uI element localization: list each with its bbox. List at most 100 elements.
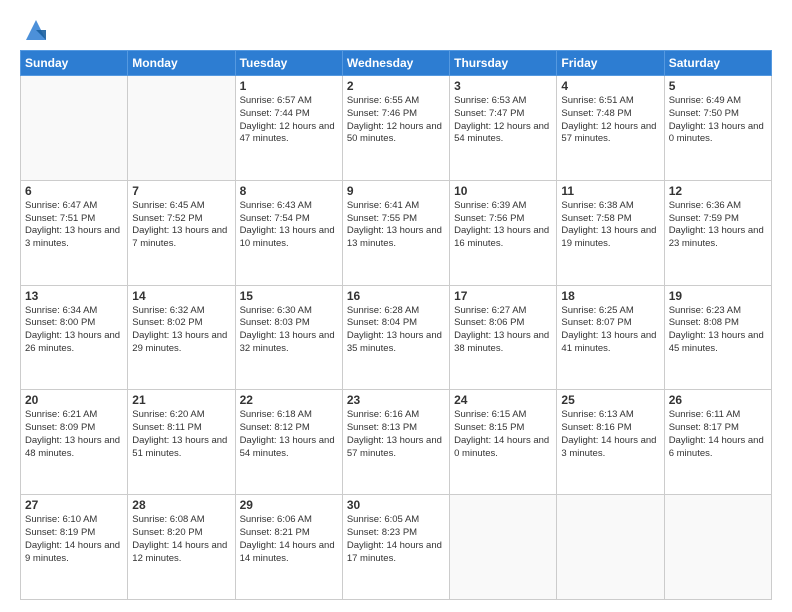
day-number: 3 [454,79,552,93]
day-number: 16 [347,289,445,303]
day-number: 24 [454,393,552,407]
calendar-cell [450,495,557,600]
calendar-cell: 10 Sunrise: 6:39 AM Sunset: 7:56 PM Dayli… [450,180,557,285]
day-number: 15 [240,289,338,303]
calendar-cell: 13 Sunrise: 6:34 AM Sunset: 8:00 PM Dayli… [21,285,128,390]
calendar-cell: 15 Sunrise: 6:30 AM Sunset: 8:03 PM Dayli… [235,285,342,390]
day-number: 1 [240,79,338,93]
weekday-header-row: SundayMondayTuesdayWednesdayThursdayFrid… [21,51,772,76]
day-info: Sunrise: 6:18 AM Sunset: 8:12 PM Dayligh… [240,409,338,460]
calendar-cell: 3 Sunrise: 6:53 AM Sunset: 7:47 PM Daylig… [450,76,557,181]
day-number: 19 [669,289,767,303]
calendar-cell: 8 Sunrise: 6:43 AM Sunset: 7:54 PM Daylig… [235,180,342,285]
day-number: 22 [240,393,338,407]
day-number: 28 [132,498,230,512]
calendar-cell: 27 Sunrise: 6:10 AM Sunset: 8:19 PM Dayli… [21,495,128,600]
day-info: Sunrise: 6:32 AM Sunset: 8:02 PM Dayligh… [132,305,230,356]
calendar-cell: 2 Sunrise: 6:55 AM Sunset: 7:46 PM Daylig… [342,76,449,181]
day-number: 20 [25,393,123,407]
day-number: 14 [132,289,230,303]
day-number: 27 [25,498,123,512]
day-number: 11 [561,184,659,198]
day-number: 17 [454,289,552,303]
day-info: Sunrise: 6:11 AM Sunset: 8:17 PM Dayligh… [669,409,767,460]
calendar-cell: 21 Sunrise: 6:20 AM Sunset: 8:11 PM Dayli… [128,390,235,495]
day-info: Sunrise: 6:15 AM Sunset: 8:15 PM Dayligh… [454,409,552,460]
day-number: 2 [347,79,445,93]
day-info: Sunrise: 6:41 AM Sunset: 7:55 PM Dayligh… [347,200,445,251]
day-info: Sunrise: 6:57 AM Sunset: 7:44 PM Dayligh… [240,95,338,146]
calendar-cell: 6 Sunrise: 6:47 AM Sunset: 7:51 PM Daylig… [21,180,128,285]
day-number: 26 [669,393,767,407]
day-info: Sunrise: 6:10 AM Sunset: 8:19 PM Dayligh… [25,514,123,565]
day-number: 13 [25,289,123,303]
day-info: Sunrise: 6:06 AM Sunset: 8:21 PM Dayligh… [240,514,338,565]
day-info: Sunrise: 6:51 AM Sunset: 7:48 PM Dayligh… [561,95,659,146]
weekday-header-saturday: Saturday [664,51,771,76]
day-number: 25 [561,393,659,407]
header [20,16,772,44]
calendar-cell: 11 Sunrise: 6:38 AM Sunset: 7:58 PM Dayli… [557,180,664,285]
weekday-header-sunday: Sunday [21,51,128,76]
day-info: Sunrise: 6:55 AM Sunset: 7:46 PM Dayligh… [347,95,445,146]
day-info: Sunrise: 6:25 AM Sunset: 8:07 PM Dayligh… [561,305,659,356]
day-info: Sunrise: 6:53 AM Sunset: 7:47 PM Dayligh… [454,95,552,146]
day-info: Sunrise: 6:20 AM Sunset: 8:11 PM Dayligh… [132,409,230,460]
day-info: Sunrise: 6:49 AM Sunset: 7:50 PM Dayligh… [669,95,767,146]
calendar-cell: 18 Sunrise: 6:25 AM Sunset: 8:07 PM Dayli… [557,285,664,390]
weekday-header-monday: Monday [128,51,235,76]
calendar-week-row: 27 Sunrise: 6:10 AM Sunset: 8:19 PM Dayli… [21,495,772,600]
calendar-cell: 19 Sunrise: 6:23 AM Sunset: 8:08 PM Dayli… [664,285,771,390]
day-info: Sunrise: 6:23 AM Sunset: 8:08 PM Dayligh… [669,305,767,356]
day-number: 30 [347,498,445,512]
calendar-cell [557,495,664,600]
calendar-week-row: 6 Sunrise: 6:47 AM Sunset: 7:51 PM Daylig… [21,180,772,285]
day-info: Sunrise: 6:34 AM Sunset: 8:00 PM Dayligh… [25,305,123,356]
day-number: 12 [669,184,767,198]
day-number: 6 [25,184,123,198]
calendar-cell: 14 Sunrise: 6:32 AM Sunset: 8:02 PM Dayli… [128,285,235,390]
day-number: 9 [347,184,445,198]
calendar-cell: 5 Sunrise: 6:49 AM Sunset: 7:50 PM Daylig… [664,76,771,181]
calendar-cell [21,76,128,181]
logo-icon [22,16,50,44]
day-info: Sunrise: 6:13 AM Sunset: 8:16 PM Dayligh… [561,409,659,460]
day-info: Sunrise: 6:28 AM Sunset: 8:04 PM Dayligh… [347,305,445,356]
weekday-header-thursday: Thursday [450,51,557,76]
weekday-header-wednesday: Wednesday [342,51,449,76]
day-number: 5 [669,79,767,93]
calendar-cell: 1 Sunrise: 6:57 AM Sunset: 7:44 PM Daylig… [235,76,342,181]
calendar-cell: 16 Sunrise: 6:28 AM Sunset: 8:04 PM Dayli… [342,285,449,390]
day-info: Sunrise: 6:36 AM Sunset: 7:59 PM Dayligh… [669,200,767,251]
day-info: Sunrise: 6:08 AM Sunset: 8:20 PM Dayligh… [132,514,230,565]
page: SundayMondayTuesdayWednesdayThursdayFrid… [0,0,792,612]
calendar-cell: 4 Sunrise: 6:51 AM Sunset: 7:48 PM Daylig… [557,76,664,181]
day-number: 8 [240,184,338,198]
day-info: Sunrise: 6:39 AM Sunset: 7:56 PM Dayligh… [454,200,552,251]
day-number: 10 [454,184,552,198]
calendar-week-row: 20 Sunrise: 6:21 AM Sunset: 8:09 PM Dayli… [21,390,772,495]
day-info: Sunrise: 6:47 AM Sunset: 7:51 PM Dayligh… [25,200,123,251]
calendar-week-row: 13 Sunrise: 6:34 AM Sunset: 8:00 PM Dayli… [21,285,772,390]
day-info: Sunrise: 6:43 AM Sunset: 7:54 PM Dayligh… [240,200,338,251]
day-info: Sunrise: 6:27 AM Sunset: 8:06 PM Dayligh… [454,305,552,356]
day-info: Sunrise: 6:30 AM Sunset: 8:03 PM Dayligh… [240,305,338,356]
day-number: 4 [561,79,659,93]
calendar-table: SundayMondayTuesdayWednesdayThursdayFrid… [20,50,772,600]
day-info: Sunrise: 6:05 AM Sunset: 8:23 PM Dayligh… [347,514,445,565]
weekday-header-tuesday: Tuesday [235,51,342,76]
calendar-cell: 29Sunrise: 6:06 AM Sunset: 8:21 PM Dayli… [235,495,342,600]
calendar-cell: 7Sunrise: 6:45 AM Sunset: 7:52 PM Daylig… [128,180,235,285]
calendar-cell: 30 Sunrise: 6:05 AM Sunset: 8:23 PM Dayli… [342,495,449,600]
calendar-cell: 23Sunrise: 6:16 AM Sunset: 8:13 PM Dayli… [342,390,449,495]
day-info: Sunrise: 6:45 AM Sunset: 7:52 PM Dayligh… [132,200,230,251]
calendar-week-row: 1 Sunrise: 6:57 AM Sunset: 7:44 PM Daylig… [21,76,772,181]
weekday-header-friday: Friday [557,51,664,76]
day-number: 21 [132,393,230,407]
day-info: Sunrise: 6:38 AM Sunset: 7:58 PM Dayligh… [561,200,659,251]
day-info: Sunrise: 6:21 AM Sunset: 8:09 PM Dayligh… [25,409,123,460]
calendar-cell: 20 Sunrise: 6:21 AM Sunset: 8:09 PM Dayli… [21,390,128,495]
calendar-cell: 9 Sunrise: 6:41 AM Sunset: 7:55 PM Daylig… [342,180,449,285]
calendar-cell: 17 Sunrise: 6:27 AM Sunset: 8:06 PM Dayli… [450,285,557,390]
day-number: 18 [561,289,659,303]
